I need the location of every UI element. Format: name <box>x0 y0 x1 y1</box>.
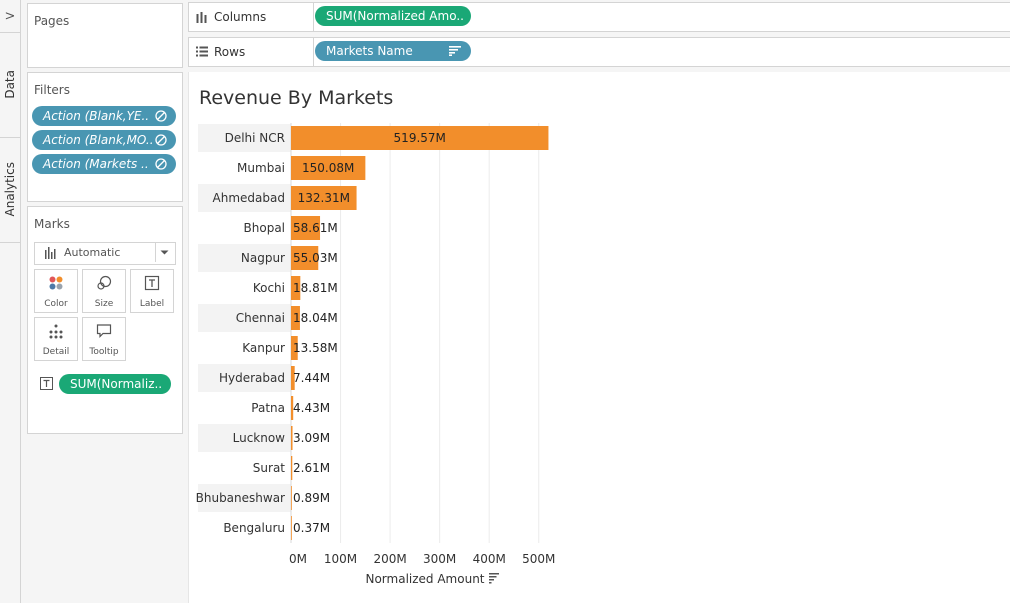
category-label: Bhopal <box>244 221 285 235</box>
marks-field-pill[interactable]: SUM(Normaliz.. <box>59 374 171 394</box>
filter-link-icon <box>155 134 167 146</box>
columns-icon <box>196 12 207 23</box>
pages-card[interactable]: Pages <box>27 3 183 68</box>
sort-descending-icon <box>449 46 461 56</box>
value-label: 3.09M <box>293 431 330 445</box>
shelves-area: Columns SUM(Normalized Amo.. Rows Market… <box>188 0 1010 72</box>
color-button-label: Color <box>44 299 68 309</box>
filter-pill[interactable]: Action (Markets .. <box>32 154 176 174</box>
x-tick-label: 400M <box>473 552 506 566</box>
size-button-label: Size <box>94 299 114 309</box>
value-label: 18.81M <box>293 281 338 295</box>
filter-pill-label: Action (Markets .. <box>43 157 149 171</box>
rows-shelf[interactable]: Rows Markets Name <box>188 37 1010 67</box>
value-label: 55.03M <box>293 251 338 265</box>
detail-dots-icon <box>49 324 63 339</box>
cards-pane: Pages Filters Action (Blank,YE.. Action … <box>21 0 188 603</box>
filter-pill[interactable]: Action (Blank,YE.. <box>32 106 176 126</box>
detail-button-label: Detail <box>42 347 70 357</box>
mark-type-dropdown[interactable]: Automatic <box>34 242 176 265</box>
analytics-tab-label: Analytics <box>3 162 17 217</box>
filters-card[interactable]: Filters Action (Blank,YE.. Action (Blank… <box>27 72 183 202</box>
category-label: Surat <box>253 461 286 475</box>
columns-shelf[interactable]: Columns SUM(Normalized Amo.. <box>188 2 1010 32</box>
value-label: 519.57M <box>394 131 446 145</box>
x-tick-label: 0M <box>289 552 307 566</box>
x-tick-label: 300M <box>423 552 456 566</box>
side-tab-strip: > Data Analytics <box>0 0 21 603</box>
value-label: 4.43M <box>293 401 330 415</box>
columns-pill-label: SUM(Normalized Amo.. <box>326 9 464 23</box>
filter-link-icon <box>155 158 167 170</box>
pages-title: Pages <box>34 14 70 28</box>
text-label-icon <box>144 275 160 291</box>
bar <box>291 516 292 540</box>
value-label: 0.89M <box>293 491 330 505</box>
rows-shelf-label: Rows <box>214 45 246 59</box>
category-label: Ahmedabad <box>213 191 285 205</box>
marks-card[interactable]: Marks Automatic Color Size Label Detail … <box>27 206 183 434</box>
marks-title: Marks <box>34 217 70 231</box>
category-label: Bhubaneshwar <box>196 491 285 505</box>
x-tick-label: 500M <box>522 552 555 566</box>
category-label: Bengaluru <box>223 521 285 535</box>
label-button-label: Label <box>139 299 165 309</box>
mark-type-value: Automatic <box>64 246 121 259</box>
category-label: Hyderabad <box>219 371 285 385</box>
columns-pill[interactable]: SUM(Normalized Amo.. <box>315 6 471 26</box>
filter-pill[interactable]: Action (Blank,MO.. <box>32 130 176 150</box>
marks-field-pill-label: SUM(Normaliz.. <box>70 377 163 391</box>
filter-pill-label: Action (Blank,MO.. <box>43 133 154 147</box>
worksheet-view: Revenue By Markets Delhi NCR Mumbai Ahmeda… <box>188 72 1010 603</box>
category-label: Delhi NCR <box>225 131 285 145</box>
value-label: 13.58M <box>293 341 338 355</box>
filter-link-icon <box>155 110 167 122</box>
x-axis-label: Normalized Amount <box>365 572 484 586</box>
rows-pill-label: Markets Name <box>326 44 413 58</box>
filters-title: Filters <box>34 83 70 97</box>
category-label: Patna <box>251 401 285 415</box>
value-label: 58.61M <box>293 221 338 235</box>
chevron-down-icon <box>160 250 169 255</box>
category-label: Nagpur <box>241 251 285 265</box>
bar <box>291 486 292 510</box>
rows-pill[interactable]: Markets Name <box>315 41 471 61</box>
category-label: Mumbai <box>237 161 285 175</box>
detail-button[interactable]: Detail <box>34 317 78 361</box>
data-tab[interactable]: Data <box>0 32 20 138</box>
category-label: Kochi <box>253 281 285 295</box>
tooltip-button-label: Tooltip <box>89 347 119 357</box>
label-button[interactable]: Label <box>130 269 174 313</box>
category-label: Chennai <box>236 311 285 325</box>
columns-shelf-label: Columns <box>214 10 267 24</box>
collapse-pane-button[interactable]: > <box>0 0 20 33</box>
value-label: 0.37M <box>293 521 330 535</box>
value-label: 18.04M <box>293 311 338 325</box>
bar-chart-icon <box>45 247 56 259</box>
tooltip-button[interactable]: Tooltip <box>82 317 126 361</box>
rows-icon <box>196 46 208 57</box>
value-label: 132.31M <box>298 191 350 205</box>
category-label: Kanpur <box>242 341 285 355</box>
value-label: 7.44M <box>293 371 330 385</box>
category-label: Lucknow <box>233 431 286 445</box>
sort-icon[interactable] <box>489 573 499 584</box>
x-tick-label: 100M <box>324 552 357 566</box>
size-button[interactable]: Size <box>82 269 126 313</box>
label-encoding-icon <box>40 377 53 390</box>
color-button[interactable]: Color <box>34 269 78 313</box>
value-label: 2.61M <box>293 461 330 475</box>
analytics-tab[interactable]: Analytics <box>0 137 20 243</box>
bar-chart: Delhi NCR Mumbai Ahmedabad Bhopal Nagpur Koch… <box>196 123 555 586</box>
color-palette-icon <box>49 276 63 290</box>
data-tab-label: Data <box>3 70 17 99</box>
chevron-right-icon: > <box>4 8 16 24</box>
filter-pill-label: Action (Blank,YE.. <box>43 109 150 123</box>
x-tick-label: 200M <box>373 552 406 566</box>
tooltip-bubble-icon <box>96 324 112 338</box>
size-icon <box>97 275 112 290</box>
value-label: 150.08M <box>302 161 354 175</box>
